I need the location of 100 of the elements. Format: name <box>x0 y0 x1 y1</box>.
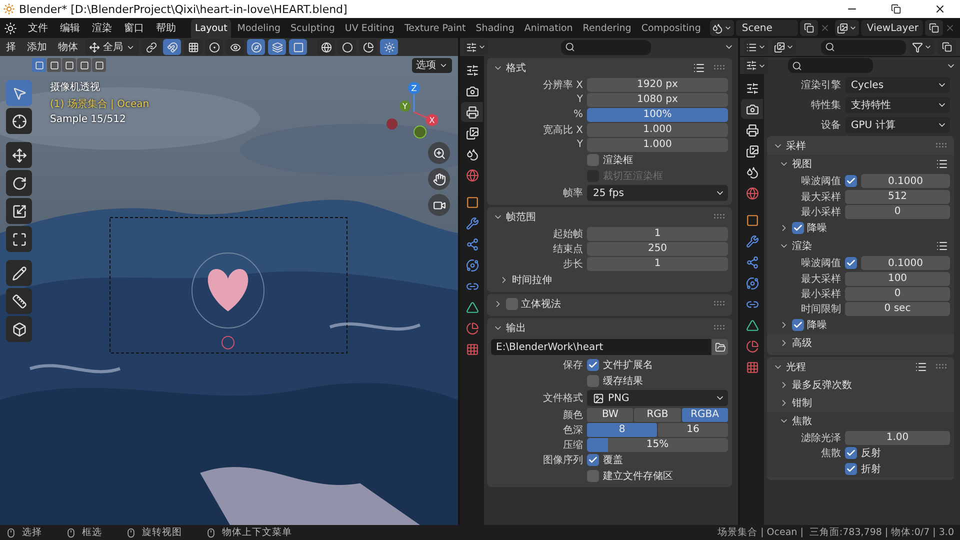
checkbox[interactable] <box>845 447 857 459</box>
new-view-layer-button[interactable] <box>924 20 943 36</box>
section-title[interactable]: 立体视法 <box>521 296 561 310</box>
tool-button[interactable] <box>6 142 32 168</box>
drag-handle-icon[interactable] <box>936 142 948 148</box>
tool-button[interactable] <box>6 288 32 314</box>
checkbox[interactable] <box>587 375 599 387</box>
drag-handle-icon[interactable] <box>714 64 726 70</box>
workspace-tab[interactable]: Texture Paint <box>400 19 470 38</box>
workspace-tab[interactable]: Layout <box>191 19 232 38</box>
toolbar-toggle[interactable] <box>205 39 223 55</box>
number-field[interactable]: 1 <box>587 256 728 270</box>
checkbox[interactable] <box>845 175 857 187</box>
checkbox[interactable] <box>587 454 599 466</box>
number-field[interactable]: 1 <box>587 226 728 240</box>
number-field[interactable]: 1920 px <box>587 78 728 92</box>
scene-field[interactable]: Scene <box>736 20 798 36</box>
toolbar-toggle[interactable] <box>268 39 286 55</box>
menu-item[interactable]: 渲染 <box>87 19 117 37</box>
number-field[interactable]: 0.1000 <box>861 174 950 188</box>
subsection-title[interactable]: 渲染 <box>792 239 812 253</box>
checkbox[interactable] <box>792 222 804 234</box>
drag-handle-icon[interactable] <box>936 364 948 370</box>
folder-button[interactable] <box>712 339 728 355</box>
subsection-title[interactable]: 钳制 <box>792 396 812 410</box>
tool-button[interactable] <box>6 316 32 342</box>
properties-tab[interactable] <box>461 102 483 122</box>
toolbar-toggle[interactable] <box>226 39 244 55</box>
number-field[interactable]: 0 <box>845 286 950 300</box>
toolbar-toggle[interactable] <box>247 39 265 55</box>
menu-item[interactable]: 帮助 <box>151 19 181 37</box>
menu-item[interactable]: 择 <box>2 40 20 54</box>
option-button[interactable]: BW <box>587 408 634 422</box>
view-layer-menu-button[interactable] <box>834 20 859 36</box>
tool-button[interactable] <box>6 108 32 134</box>
navigation-gizmo[interactable]: Z Y X <box>384 80 444 140</box>
section-title[interactable]: 光程 <box>786 360 806 374</box>
section-title[interactable]: 输出 <box>506 320 526 334</box>
tool-button[interactable] <box>6 198 32 224</box>
drag-handle-icon[interactable] <box>714 324 726 330</box>
workspace-tab[interactable]: Shading <box>472 19 518 38</box>
display-mode-button[interactable] <box>744 39 768 55</box>
number-field[interactable]: 0 <box>845 204 950 218</box>
number-field[interactable]: 1.00 <box>845 430 950 444</box>
slider-field[interactable]: 15% <box>587 438 728 452</box>
tool-button[interactable] <box>6 226 32 252</box>
workspace-tab[interactable]: Rendering <box>578 19 636 38</box>
workspace-tab[interactable]: UV Editing <box>340 19 398 38</box>
section-title[interactable]: 采样 <box>786 138 806 152</box>
select-mode-button[interactable] <box>32 58 46 72</box>
number-field[interactable]: 100 <box>845 272 950 286</box>
slider-field[interactable]: 100% <box>587 108 728 122</box>
dropdown[interactable]: Cycles <box>845 77 950 93</box>
close-icon[interactable] <box>944 23 955 33</box>
number-field[interactable]: 1.000 <box>587 138 728 152</box>
subsection-title[interactable]: 降噪 <box>807 318 827 332</box>
dropdown[interactable]: 25 fps <box>587 185 728 201</box>
number-field[interactable]: 512 <box>845 190 950 204</box>
view-layer-button[interactable] <box>772 39 796 55</box>
shading-button[interactable] <box>380 39 398 55</box>
toolbar-toggle[interactable] <box>163 39 181 55</box>
properties-tab[interactable] <box>741 99 763 119</box>
menu-item[interactable]: 编辑 <box>55 19 85 37</box>
checkbox[interactable] <box>506 298 518 310</box>
close-icon[interactable] <box>820 23 830 33</box>
number-field[interactable]: 1080 px <box>587 92 728 106</box>
select-mode-button[interactable] <box>62 58 76 72</box>
checkbox[interactable] <box>587 154 599 166</box>
toolbar-toggle[interactable] <box>184 39 202 55</box>
menu-item[interactable]: 文件 <box>23 19 53 37</box>
checkbox[interactable] <box>587 359 599 371</box>
shading-button[interactable] <box>338 39 356 55</box>
new-scene-button[interactable] <box>800 20 818 36</box>
search-field[interactable] <box>821 40 906 54</box>
options-dropdown[interactable]: 选项 <box>412 58 452 72</box>
menu-item[interactable]: 添加 <box>23 40 51 54</box>
option-button[interactable]: 8 <box>587 422 657 436</box>
drag-handle-icon[interactable] <box>714 300 726 306</box>
editor-type-button[interactable] <box>744 58 768 74</box>
option-button[interactable]: RGB <box>634 408 681 422</box>
dropdown[interactable]: GPU 计算 <box>845 117 950 133</box>
drag-handle-icon[interactable] <box>714 214 726 220</box>
select-mode-button[interactable] <box>92 58 106 72</box>
number-field[interactable]: 0.1000 <box>861 256 950 270</box>
subsection-title[interactable]: 时间拉伸 <box>512 273 552 287</box>
select-mode-button[interactable] <box>77 58 91 72</box>
search-field[interactable] <box>561 40 651 54</box>
toolbar-toggle[interactable] <box>289 39 307 55</box>
option-button[interactable]: RGBA <box>682 408 728 422</box>
dropdown[interactable]: PNG <box>587 390 728 406</box>
subsection-title[interactable]: 降噪 <box>807 221 827 235</box>
orientation-dropdown[interactable]: 全局 <box>85 39 139 55</box>
checkbox[interactable] <box>845 463 857 475</box>
select-mode-button[interactable] <box>47 58 61 72</box>
checkbox[interactable] <box>587 470 599 482</box>
number-field[interactable]: 0 sec <box>845 302 950 316</box>
new-collection-button[interactable] <box>938 39 956 55</box>
section-title[interactable]: 格式 <box>506 60 526 74</box>
tool-button[interactable] <box>6 260 32 286</box>
workspace-tab[interactable]: Compositing <box>637 19 705 38</box>
